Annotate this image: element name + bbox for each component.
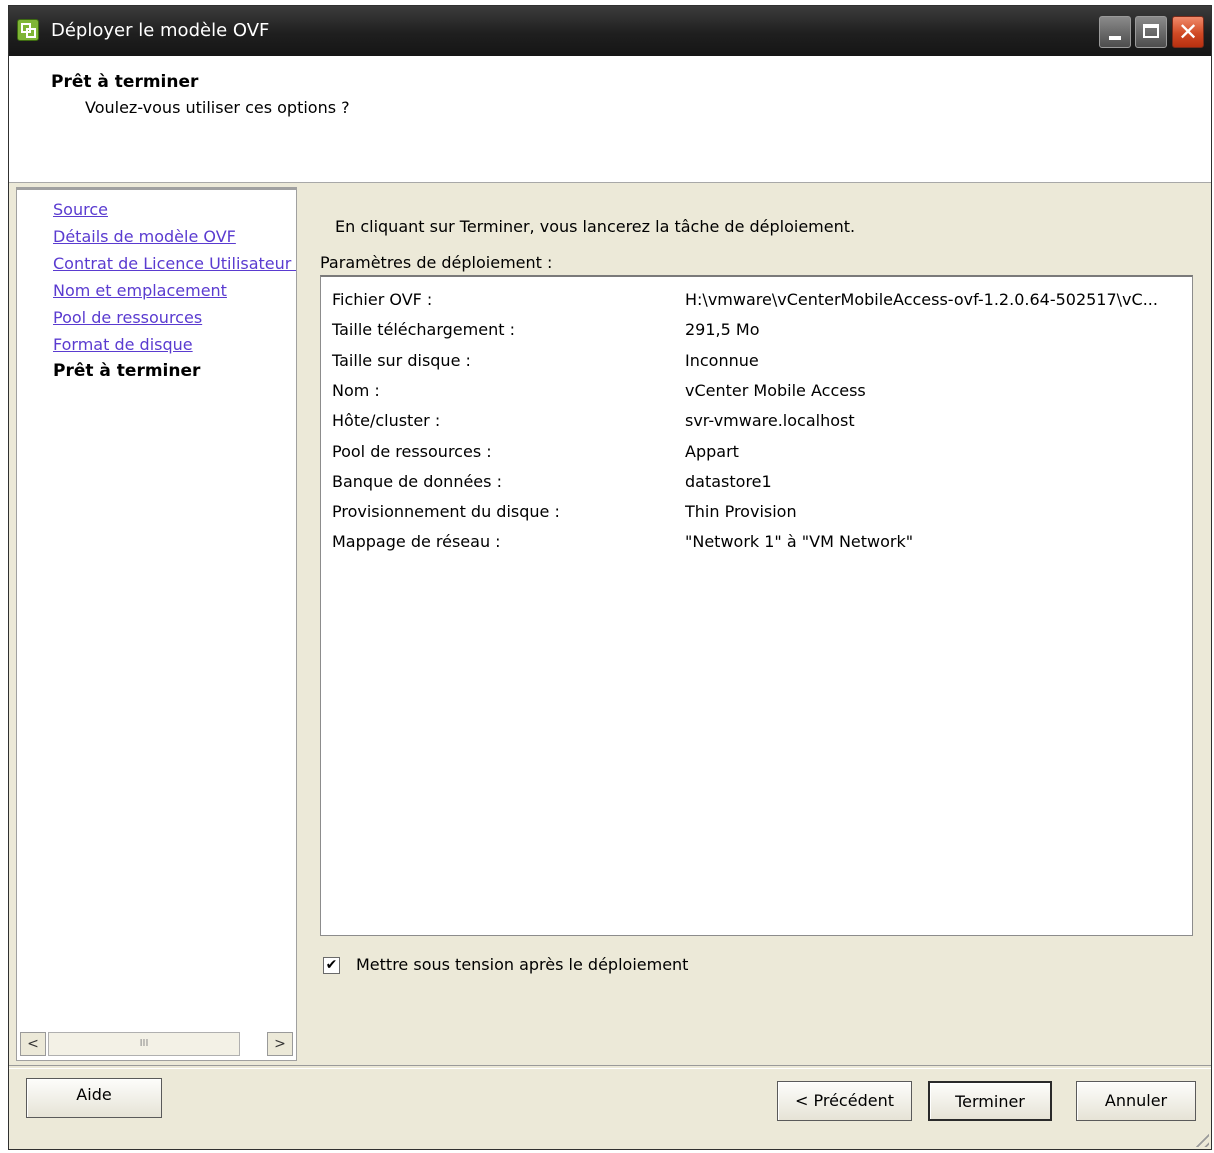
previous-button[interactable]: < Précédent xyxy=(777,1081,912,1121)
param-value: H:\vmware\vCenterMobileAccess-ovf-1.2.0.… xyxy=(685,290,1158,309)
wizard-steps-panel: Source Détails de modèle OVF Contrat de Li… xyxy=(16,187,297,1061)
param-row: Provisionnement du disque : Thin Provisio… xyxy=(321,497,1192,527)
param-row: Taille sur disque : Inconnue xyxy=(321,346,1192,376)
param-value: vCenter Mobile Access xyxy=(685,380,866,400)
params-label: Paramètres de déploiement : xyxy=(320,253,553,272)
scroll-thumb[interactable]: III xyxy=(48,1032,240,1056)
nav-step-link[interactable]: Nom et emplacement xyxy=(53,277,296,304)
close-icon[interactable]: ✕ xyxy=(1172,16,1204,48)
deployment-params-list: Fichier OVF : H:\vmware\vCenterMobileAcce… xyxy=(320,275,1193,936)
param-value: svr-vmware.localhost xyxy=(685,411,855,431)
param-row: Banque de données : datastore1 xyxy=(321,467,1192,497)
checkmark-icon: ✔ xyxy=(325,957,338,973)
param-key: Nom : xyxy=(332,380,380,400)
horizontal-scrollbar[interactable]: < III > xyxy=(20,1032,293,1056)
param-row: Nom : vCenter Mobile Access xyxy=(321,376,1192,406)
param-row: Fichier OVF : H:\vmware\vCenterMobileAcce… xyxy=(321,285,1192,315)
power-on-checkbox[interactable]: ✔ xyxy=(323,957,340,974)
nav-step-link[interactable]: Contrat de Licence Utilisateur Final xyxy=(53,250,296,277)
param-key: Banque de données : xyxy=(332,471,502,491)
title-bar[interactable]: Déployer le modèle OVF ✕ xyxy=(9,6,1211,56)
param-value: "Network 1" à "VM Network" xyxy=(685,532,914,552)
param-value: Thin Provision xyxy=(685,502,797,522)
scroll-left-icon[interactable]: < xyxy=(20,1032,46,1056)
param-key: Hôte/cluster : xyxy=(332,411,441,431)
scroll-right-icon[interactable]: > xyxy=(267,1032,293,1056)
nav-step-link[interactable]: Pool de ressources xyxy=(53,304,296,331)
param-key: Fichier OVF : xyxy=(332,290,433,309)
nav-step-link[interactable]: Format de disque xyxy=(53,331,296,358)
intro-text: En cliquant sur Terminer, vous lancerez … xyxy=(335,217,856,236)
window-title: Déployer le modèle OVF xyxy=(51,20,270,41)
param-key: Provisionnement du disque : xyxy=(332,502,560,522)
minimize-icon[interactable] xyxy=(1099,16,1131,48)
close-glyph: ✕ xyxy=(1177,18,1199,46)
cancel-button[interactable]: Annuler xyxy=(1076,1081,1196,1121)
param-key: Taille téléchargement : xyxy=(332,320,515,340)
param-row: Mappage de réseau : "Network 1" à "VM Net… xyxy=(321,527,1192,557)
param-value: datastore1 xyxy=(685,471,772,491)
page-subtitle: Voulez-vous utiliser ces options ? xyxy=(85,98,350,117)
param-value: 291,5 Mo xyxy=(685,320,760,340)
param-key: Taille sur disque : xyxy=(332,350,471,370)
power-on-label[interactable]: Mettre sous tension après le déploiement xyxy=(356,955,688,974)
param-key: Pool de ressources : xyxy=(332,441,492,461)
resize-grip-icon[interactable] xyxy=(1191,1129,1209,1147)
wizard-header: Prêt à terminer Voulez-vous utiliser ces… xyxy=(9,56,1211,183)
maximize-icon[interactable] xyxy=(1135,16,1167,48)
nav-step-link[interactable]: Détails de modèle OVF xyxy=(53,223,296,250)
param-value: Appart xyxy=(685,441,739,461)
param-key: Mappage de réseau : xyxy=(332,532,501,552)
nav-step-link[interactable]: Source xyxy=(53,196,296,223)
param-row: Hôte/cluster : svr-vmware.localhost xyxy=(321,406,1192,436)
param-row: Taille téléchargement : 291,5 Mo xyxy=(321,315,1192,345)
deploy-ovf-window: Déployer le modèle OVF ✕ Prêt à terminer… xyxy=(8,5,1212,1150)
finish-button[interactable]: Terminer xyxy=(928,1081,1052,1121)
help-button[interactable]: Aide xyxy=(26,1078,162,1118)
param-value: Inconnue xyxy=(685,350,759,370)
vmware-app-icon xyxy=(17,19,39,41)
page-title: Prêt à terminer xyxy=(51,72,199,92)
footer-divider xyxy=(9,1065,1211,1069)
param-row: Pool de ressources : Appart xyxy=(321,437,1192,467)
nav-step-current: Prêt à terminer xyxy=(53,361,201,381)
wizard-steps-list: Source Détails de modèle OVF Contrat de Li… xyxy=(53,196,296,385)
